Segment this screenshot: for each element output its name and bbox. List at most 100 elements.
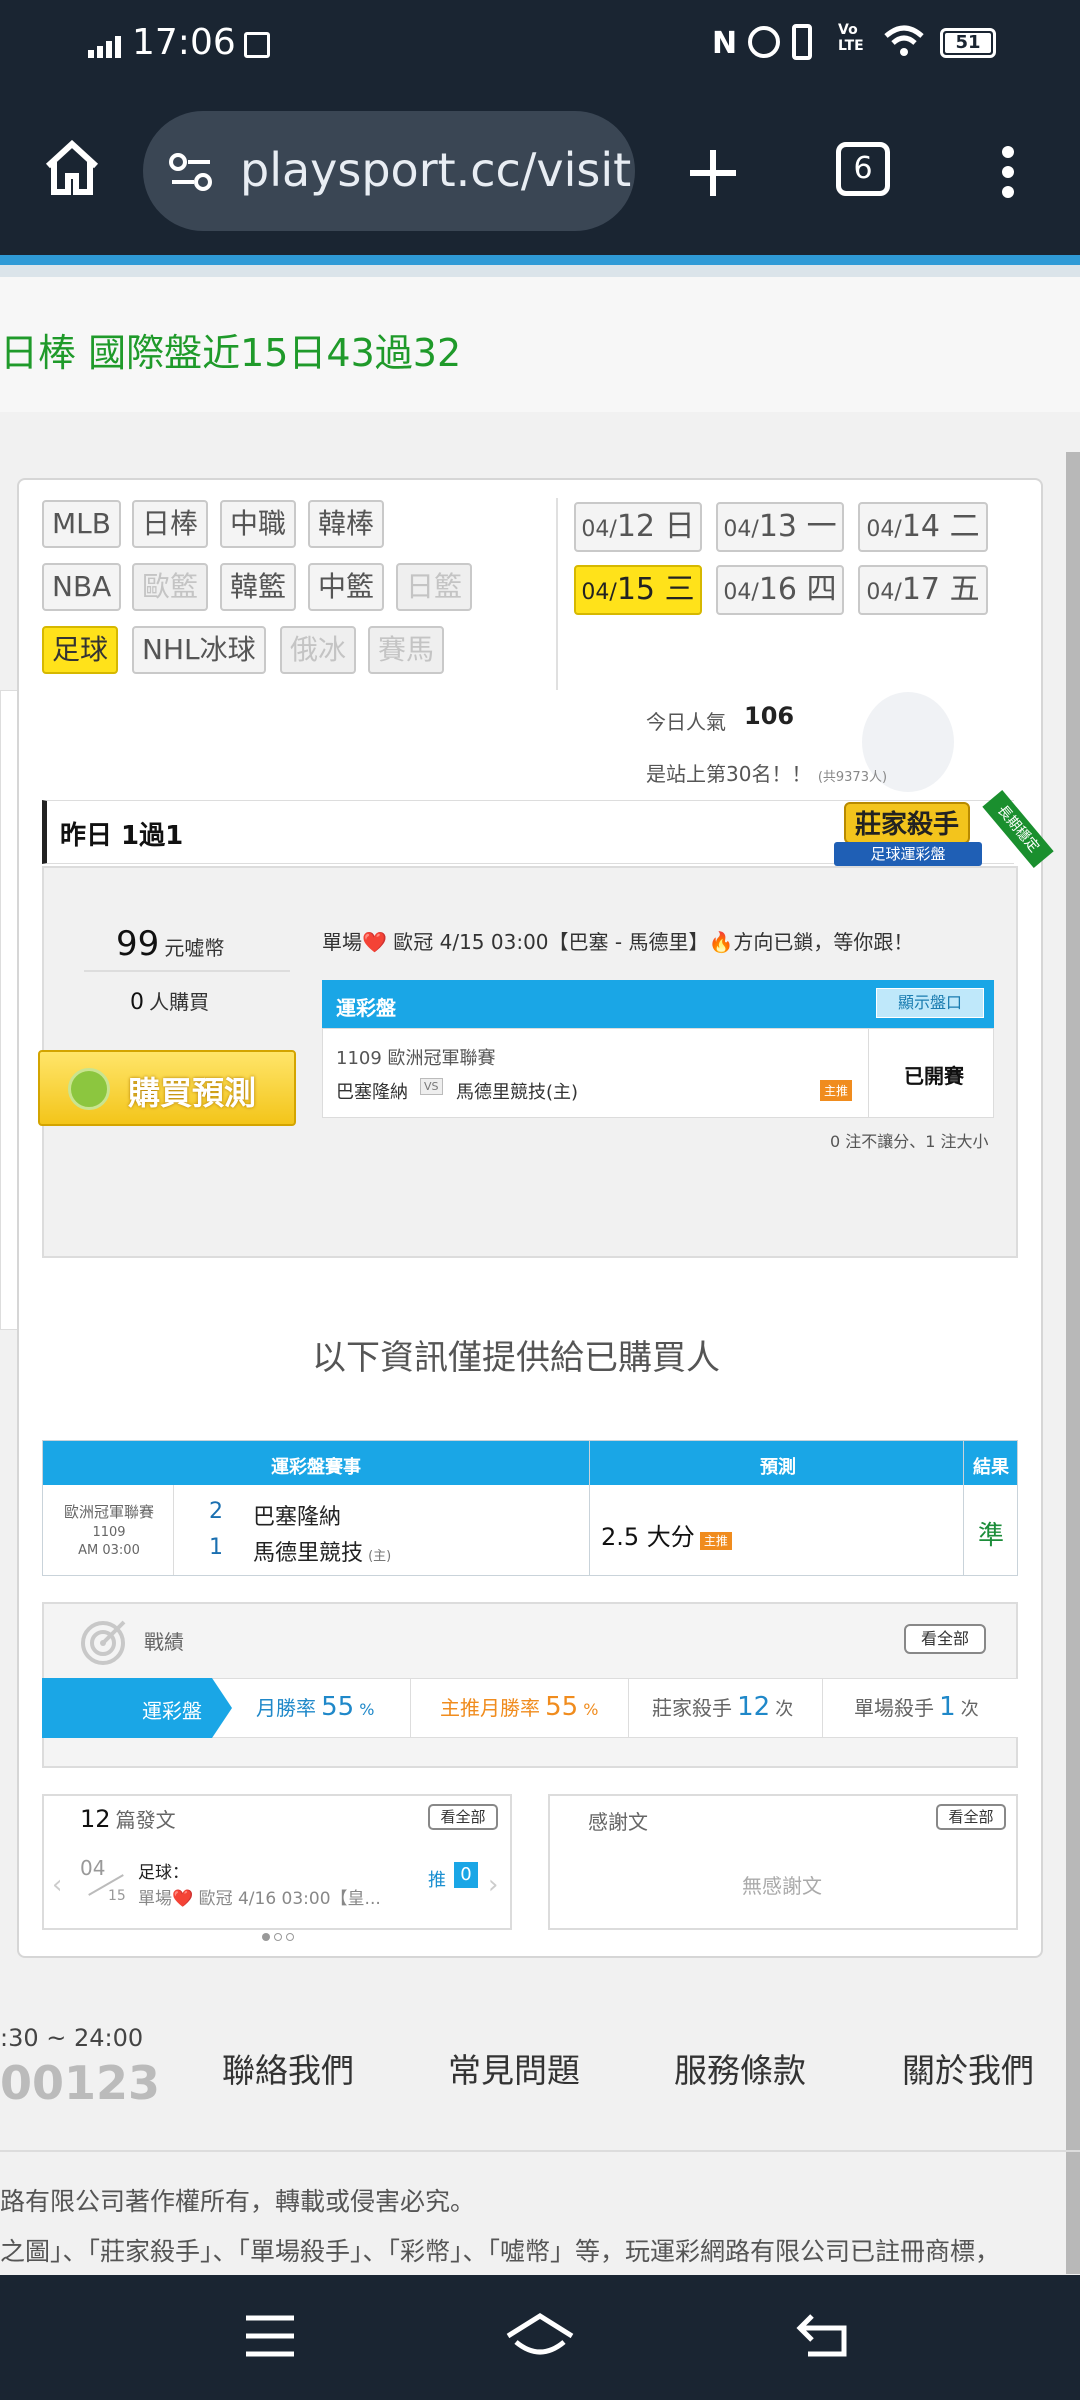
- popularity-value: 106: [744, 702, 795, 730]
- date-chip-0416[interactable]: 04/16 四: [716, 565, 844, 615]
- articles-prev-icon[interactable]: ‹: [52, 1870, 62, 1900]
- yesterday-record: 昨日 1過1: [60, 821, 184, 851]
- carousel-dot-2[interactable]: [274, 1933, 282, 1941]
- month-win-rate: 月勝率 55 %: [256, 1692, 374, 1722]
- date-chip-0415[interactable]: 04/15 三: [574, 565, 702, 615]
- col-divider-3: [963, 1441, 964, 1575]
- url-text[interactable]: playsport.cc/visit: [240, 143, 631, 197]
- result-table: 運彩盤賽事 預測 結果 歐洲冠軍聯賽 1109 AM 03:00 2 巴塞隆納 …: [42, 1440, 1018, 1576]
- lottery-box-divider: [868, 1028, 869, 1118]
- header-result: 結果: [973, 1457, 1009, 1478]
- sport-chip-kbl[interactable]: 韓籃: [220, 563, 297, 611]
- stat-divider-2: [628, 1678, 629, 1738]
- article-snippet[interactable]: 單場❤️ 歐冠 4/16 03:00【皇...: [138, 1884, 381, 1909]
- show-odds-button[interactable]: 顯示盤口: [876, 988, 984, 1018]
- vibrate-icon: [792, 24, 812, 60]
- killer-unit: 次: [775, 1699, 794, 1720]
- main-month-value: 55: [545, 1692, 579, 1722]
- lottery-box-body: [322, 1028, 994, 1118]
- promo-text[interactable]: 單場❤️ 歐冠 4/15 03:00【巴塞 - 馬德里】🔥方向已鎖，等你跟！: [322, 926, 913, 955]
- footer-link-about[interactable]: 關於我們: [902, 2044, 1034, 2092]
- rank-text-main: 是站上第30名！！: [646, 762, 812, 786]
- result-team-b: 馬德里競技 (主): [253, 1535, 391, 1567]
- clock: 17:06: [132, 22, 236, 63]
- match-time: AM 03:00: [78, 1543, 140, 1558]
- back-icon[interactable]: [794, 2310, 850, 2364]
- home-icon[interactable]: [42, 139, 102, 200]
- footer-link-contact[interactable]: 聯絡我們: [222, 2044, 354, 2092]
- prediction-text: 2.5 大分: [601, 1523, 695, 1551]
- site-settings-icon[interactable]: [168, 150, 214, 200]
- sport-chip-khl: 俄冰: [280, 626, 357, 674]
- header-prediction: 預測: [760, 1457, 796, 1478]
- sport-chip-cba[interactable]: 中籃: [308, 563, 385, 611]
- footer-link-terms[interactable]: 服務條款: [674, 2044, 806, 2092]
- thanks-view-all-button[interactable]: 看全部: [936, 1804, 1006, 1830]
- killer-label: 莊家殺手: [652, 1696, 732, 1720]
- articles-count: 12 篇發文: [80, 1804, 176, 1833]
- volte-icon: Vo LTE: [838, 22, 864, 54]
- record-tab-lottery[interactable]: 運彩盤: [42, 1678, 232, 1738]
- wifi-icon: [884, 24, 924, 62]
- more-menu-icon[interactable]: [1000, 144, 1016, 204]
- date-chip-0417[interactable]: 04/17 五: [858, 565, 988, 615]
- prediction-value: 2.5 大分 主推: [601, 1517, 732, 1552]
- single-killer-count: 單場殺手 1 次: [854, 1692, 979, 1722]
- sport-chip-soccer[interactable]: 足球: [42, 626, 119, 674]
- sport-chip-nhl[interactable]: NHL冰球: [132, 626, 266, 674]
- killer-count: 莊家殺手 12 次: [652, 1692, 793, 1722]
- battery-level: 51: [945, 33, 991, 53]
- popularity-label: 今日人氣: [646, 710, 726, 734]
- record-view-all-button[interactable]: 看全部: [904, 1624, 986, 1654]
- articles-view-all-button[interactable]: 看全部: [428, 1804, 498, 1830]
- buy-prediction-button[interactable]: 購買預測: [38, 1050, 296, 1126]
- carousel-dots: [262, 1926, 294, 1945]
- record-title: 戰績: [144, 1630, 184, 1654]
- result-value: 準: [977, 1521, 1004, 1551]
- footer-phone[interactable]: 00123: [0, 2056, 160, 2110]
- game-status: 已開賽: [904, 1064, 964, 1088]
- match-game-no: 1109: [92, 1525, 126, 1540]
- score-b: 1: [209, 1535, 223, 1560]
- articles-next-icon[interactable]: ›: [488, 1870, 498, 1900]
- sport-chip-cpbl[interactable]: 中職: [220, 500, 297, 548]
- date-chip-0414[interactable]: 04/14 二: [858, 502, 988, 552]
- date-chip-0413[interactable]: 04/13 一: [716, 502, 844, 552]
- price-value: 99: [116, 924, 160, 964]
- month-win-unit: %: [359, 1700, 375, 1719]
- footer-copyright: 路有限公司著作權所有，轉載或侵害必究。: [0, 2187, 476, 2216]
- stat-divider-1: [410, 1678, 411, 1738]
- new-tab-icon[interactable]: [686, 146, 740, 204]
- push-label: 推: [428, 1870, 446, 1891]
- left-side-panel: [0, 690, 18, 1330]
- price: 99 元噓幣: [116, 924, 224, 964]
- header-event: 運彩盤賽事: [271, 1457, 361, 1478]
- coin-icon: [68, 1068, 110, 1110]
- sport-chip-nba[interactable]: NBA: [42, 563, 122, 611]
- article-date-month: 04: [80, 1856, 106, 1880]
- sport-chip-kbo[interactable]: 韓棒: [308, 500, 385, 548]
- buyers-count: 0: [130, 990, 144, 1015]
- thanks-empty: 無感謝文: [742, 1874, 822, 1898]
- footer-link-faq[interactable]: 常見問題: [448, 2044, 580, 2092]
- sport-chip-npb[interactable]: 日棒: [132, 500, 209, 548]
- sport-chip-horse-racing: 賽馬: [368, 626, 445, 674]
- price-divider: [84, 970, 290, 972]
- carousel-dot-3[interactable]: [286, 1933, 294, 1941]
- tab-switcher-button[interactable]: 6: [836, 142, 890, 196]
- recent-apps-icon[interactable]: [244, 2314, 296, 2362]
- sport-chip-mlb[interactable]: MLB: [42, 500, 121, 548]
- prediction-tag: 主推: [699, 1532, 732, 1550]
- home-nav-icon[interactable]: [504, 2312, 576, 2362]
- thanks-title: 感謝文: [588, 1810, 648, 1834]
- signal-icon: [88, 34, 124, 58]
- game-league: 1109 歐洲冠軍聯賽: [336, 1048, 496, 1069]
- home-tag: (主): [368, 1549, 392, 1564]
- date-chip-0412[interactable]: 04/12 日: [574, 502, 702, 552]
- main-pick-tag: 主推: [820, 1080, 853, 1101]
- scrollbar[interactable]: [1066, 452, 1080, 2274]
- carousel-dot-1[interactable]: [262, 1933, 270, 1941]
- headline-text[interactable]: 日棒 國際盤近15日43過32: [0, 322, 461, 377]
- sport-chip-jpn-basketball: 日籃: [396, 563, 473, 611]
- team-b: 馬德里競技(主): [456, 1082, 579, 1103]
